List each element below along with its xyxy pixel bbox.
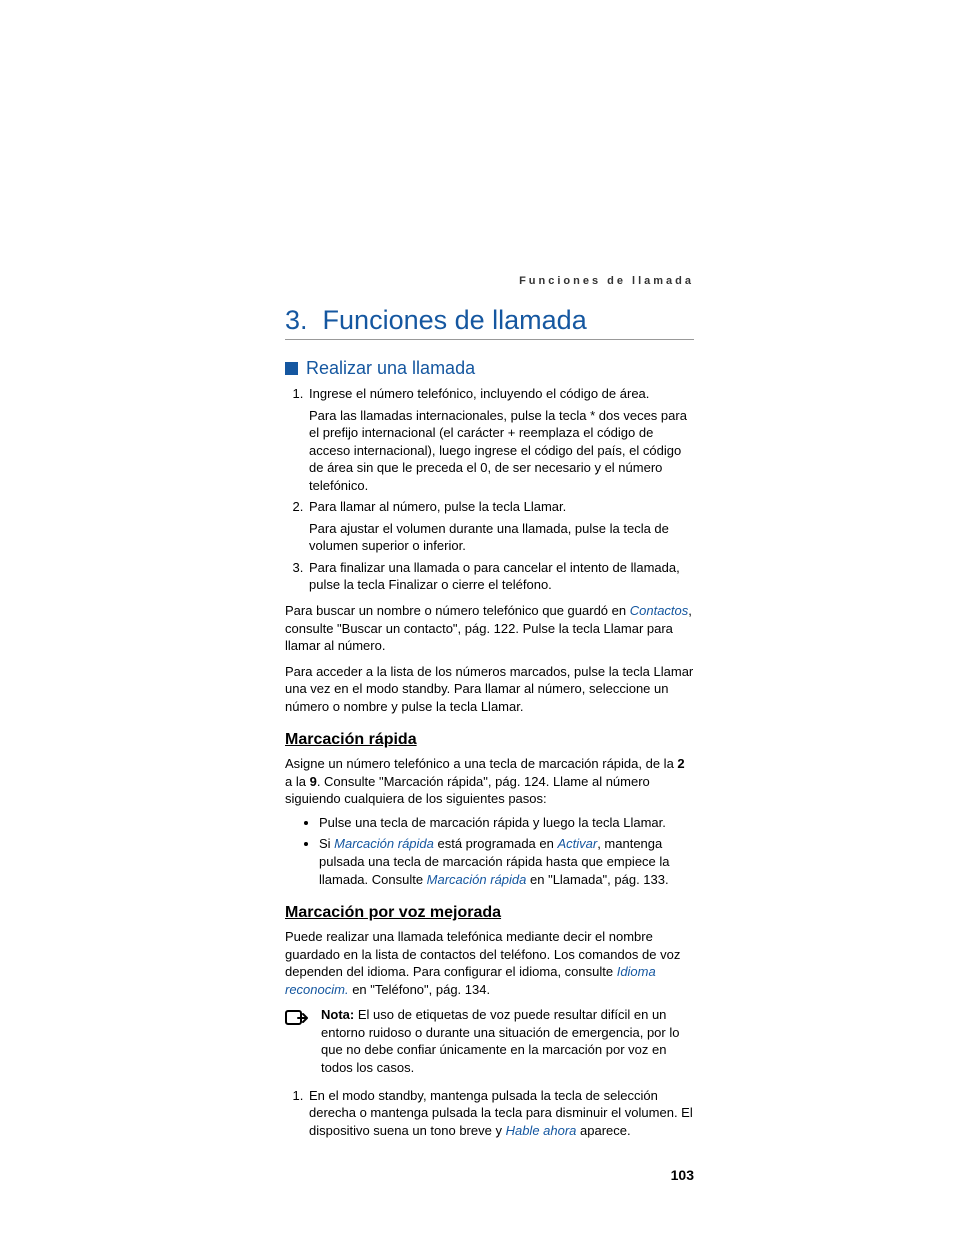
bullet-item: Si Marcación rápida está programada en A… bbox=[319, 835, 694, 888]
subheading-marcacion-voz: Marcación por voz mejorada bbox=[285, 904, 694, 922]
bullet-item: Pulse una tecla de marcación rápida y lu… bbox=[319, 814, 694, 832]
text-run: En el modo standby, mantenga pulsada la … bbox=[309, 1088, 693, 1138]
body-paragraph: Para buscar un nombre o número telefónic… bbox=[285, 602, 694, 655]
steps-list: En el modo standby, mantenga pulsada la … bbox=[285, 1087, 694, 1140]
page-number: 103 bbox=[285, 1167, 694, 1183]
step-item: Ingrese el número telefónico, incluyendo… bbox=[307, 385, 694, 494]
text-run: Si bbox=[319, 836, 334, 851]
key-to: 9 bbox=[310, 774, 317, 789]
section-heading-row: Realizar una llamada bbox=[285, 358, 694, 379]
document-page: Funciones de llamada 3. Funciones de lla… bbox=[0, 0, 954, 1243]
square-bullet-icon bbox=[285, 362, 298, 375]
note-icon bbox=[285, 1006, 309, 1076]
step-text: Para finalizar una llamada o para cancel… bbox=[309, 560, 680, 593]
link-marcacion-rapida[interactable]: Marcación rápida bbox=[334, 836, 434, 851]
step-text: Para llamar al número, pulse la tecla Ll… bbox=[309, 499, 566, 514]
note-block: Nota: El uso de etiquetas de voz puede r… bbox=[285, 1006, 694, 1076]
text-run: en "Llamada", pág. 133. bbox=[526, 872, 668, 887]
step-item: Para llamar al número, pulse la tecla Ll… bbox=[307, 498, 694, 555]
bullet-list: Pulse una tecla de marcación rápida y lu… bbox=[285, 814, 694, 888]
step-text: Ingrese el número telefónico, incluyendo… bbox=[309, 386, 649, 401]
link-activar[interactable]: Activar bbox=[557, 836, 597, 851]
note-body: El uso de etiquetas de voz puede resulta… bbox=[321, 1007, 679, 1075]
running-header: Funciones de llamada bbox=[285, 275, 694, 287]
body-paragraph: Puede realizar una llamada telefónica me… bbox=[285, 928, 694, 998]
note-label: Nota: bbox=[321, 1007, 354, 1022]
step-subtext: Para ajustar el volumen durante una llam… bbox=[309, 520, 694, 555]
step-item: Para finalizar una llamada o para cancel… bbox=[307, 559, 694, 594]
text-run: . Consulte "Marcación rápida", pág. 124.… bbox=[285, 774, 650, 807]
text-run: a la bbox=[285, 774, 310, 789]
key-from: 2 bbox=[677, 756, 684, 771]
body-paragraph: Asigne un número telefónico a una tecla … bbox=[285, 755, 694, 808]
link-contactos[interactable]: Contactos bbox=[630, 603, 689, 618]
step-subtext: Para las llamadas internacionales, pulse… bbox=[309, 407, 694, 495]
steps-list: Ingrese el número telefónico, incluyendo… bbox=[285, 385, 694, 594]
body-paragraph: Para acceder a la lista de los números m… bbox=[285, 663, 694, 716]
chapter-title: 3. Funciones de llamada bbox=[285, 305, 694, 340]
link-hable-ahora[interactable]: Hable ahora bbox=[506, 1123, 577, 1138]
subheading-marcacion-rapida: Marcación rápida bbox=[285, 731, 694, 749]
note-text: Nota: El uso de etiquetas de voz puede r… bbox=[321, 1006, 694, 1076]
section-title: Realizar una llamada bbox=[306, 358, 475, 379]
link-marcacion-rapida[interactable]: Marcación rápida bbox=[427, 872, 527, 887]
text-run: Asigne un número telefónico a una tecla … bbox=[285, 756, 677, 771]
text-run: aparece. bbox=[576, 1123, 630, 1138]
text-run: Para buscar un nombre o número telefónic… bbox=[285, 603, 630, 618]
chapter-name: Funciones de llamada bbox=[323, 305, 587, 335]
text-run: en "Teléfono", pág. 134. bbox=[349, 982, 491, 997]
text-run: está programada en bbox=[434, 836, 558, 851]
step-item: En el modo standby, mantenga pulsada la … bbox=[307, 1087, 694, 1140]
chapter-number: 3. bbox=[285, 305, 308, 335]
